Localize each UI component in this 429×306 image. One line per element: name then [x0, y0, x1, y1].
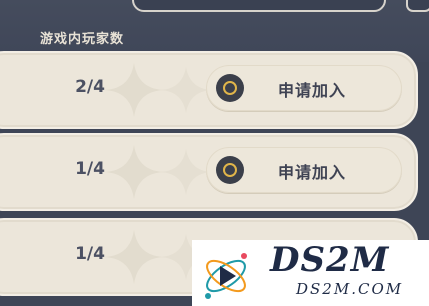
- request-join-button[interactable]: 申请加入: [206, 147, 402, 193]
- request-join-label: 申请加入: [278, 81, 347, 100]
- watermark-subtitle: DS2M.COM: [296, 280, 404, 298]
- list-item: 2/4 申请加入: [0, 51, 418, 129]
- player-count: 2/4: [75, 77, 105, 97]
- player-count: 1/4: [75, 159, 105, 179]
- request-join-label: 申请加入: [278, 163, 347, 182]
- join-circle-icon: [216, 156, 244, 184]
- search-field[interactable]: [132, 0, 386, 12]
- player-count: 1/4: [75, 244, 105, 264]
- join-circle-icon: [216, 74, 244, 102]
- close-button[interactable]: [406, 0, 429, 12]
- list-item: 1/4 申请加入: [0, 133, 418, 211]
- request-join-button[interactable]: 申请加入: [206, 65, 402, 111]
- watermark-logo-icon: [205, 253, 247, 299]
- watermark-title: DS2M: [270, 240, 390, 280]
- watermark: DS2M DS2M.COM: [192, 240, 429, 306]
- players-in-game-header: 游戏内玩家数: [40, 32, 125, 47]
